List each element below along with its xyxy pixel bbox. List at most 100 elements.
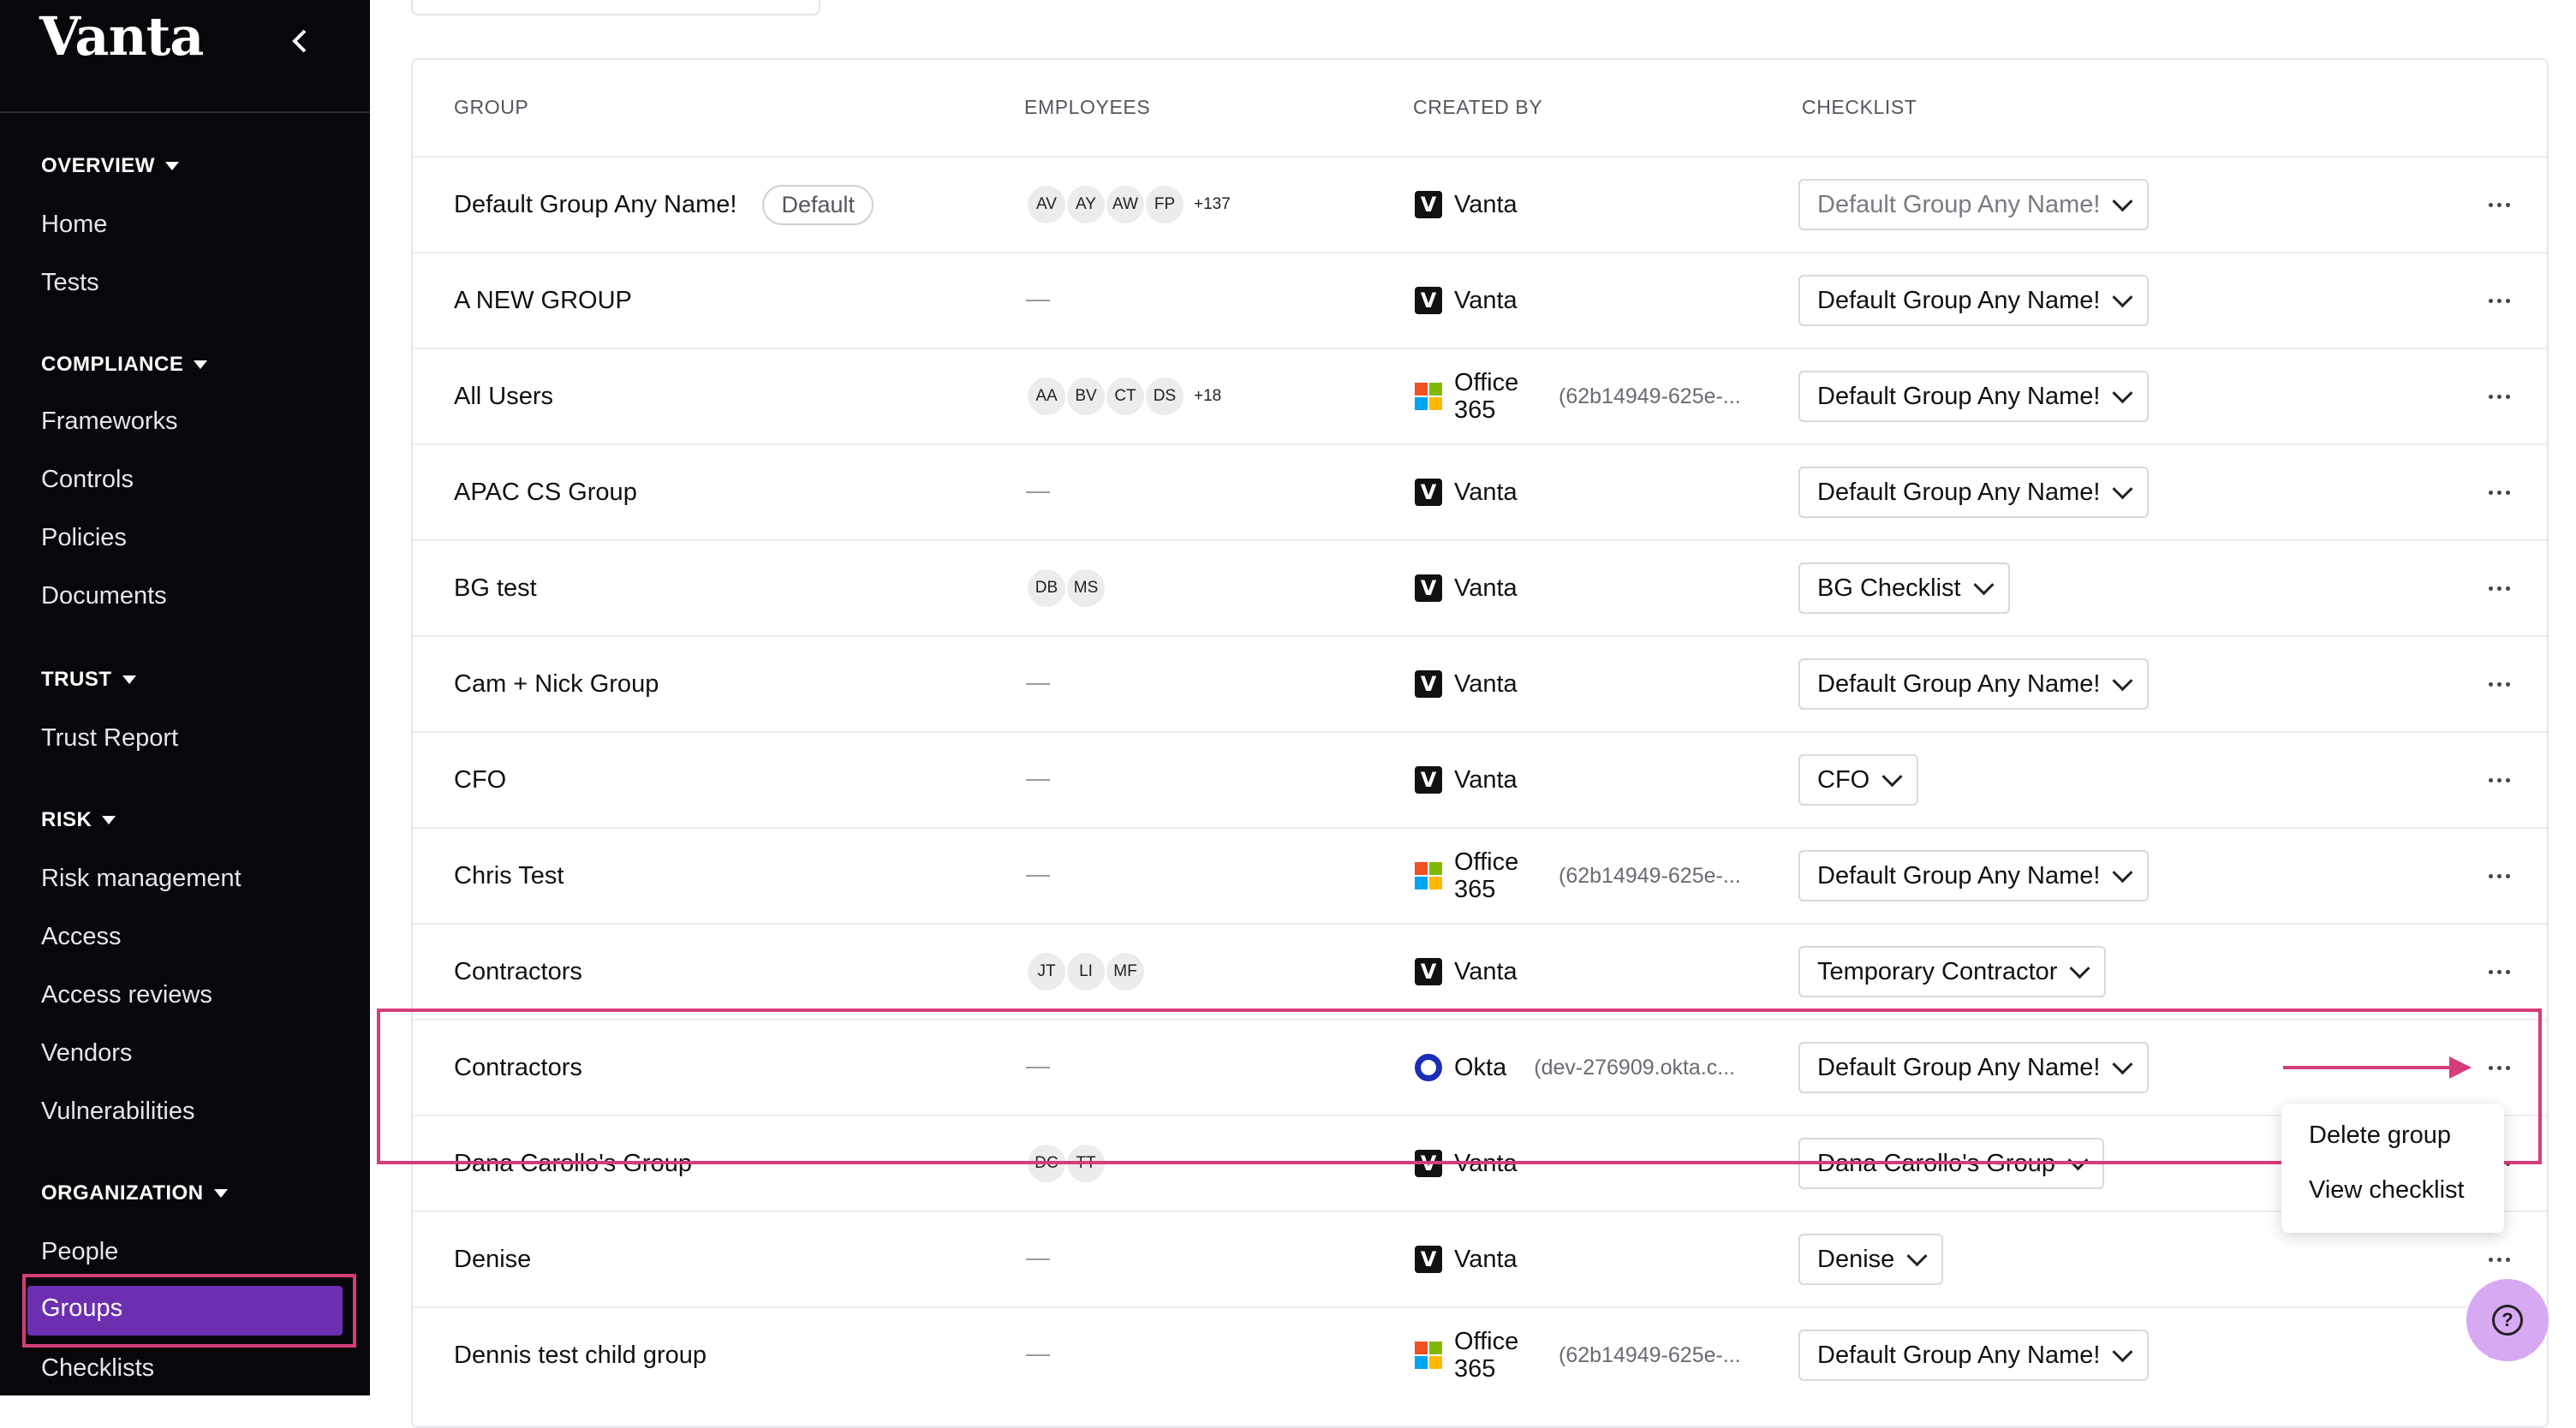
sidebar-item-policies[interactable]: Policies: [41, 524, 127, 552]
sidebar-item-trust-report[interactable]: Trust Report: [41, 724, 178, 753]
group-name[interactable]: Contractors: [454, 958, 582, 986]
sidebar-section-risk[interactable]: RISK: [41, 808, 116, 832]
chevron-left-icon[interactable]: [288, 24, 312, 58]
table-row[interactable]: Default Group Any Name! Default AV AY AW FP +1…: [413, 156, 2547, 252]
table-row[interactable]: Contractors JT LI MF V Vanta Temporary Contrac…: [413, 923, 2547, 1019]
avatar[interactable]: TT: [1065, 1143, 1106, 1184]
group-name[interactable]: Chris Test: [454, 862, 564, 890]
search-box-edge[interactable]: [411, 0, 820, 15]
menu-item-view-checklist[interactable]: View checklist: [2309, 1176, 2465, 1205]
sidebar-item-people[interactable]: People: [41, 1238, 118, 1266]
table-row[interactable]: BG test DB MS V Vanta BG Checklist: [413, 539, 2547, 635]
header-checklist[interactable]: CHECKLIST: [1802, 96, 1917, 119]
checklist-select[interactable]: Dana Carollo's Group: [1798, 1138, 2104, 1189]
checklist-select[interactable]: Default Group Any Name!: [1798, 371, 2150, 422]
sidebar-section-organization[interactable]: ORGANIZATION: [41, 1181, 228, 1205]
group-name[interactable]: Default Group Any Name!: [454, 191, 736, 219]
sidebar-item-vulnerabilities[interactable]: Vulnerabilities: [41, 1098, 194, 1126]
sidebar-item-access-reviews[interactable]: Access reviews: [41, 981, 212, 1009]
header-employees[interactable]: EMPLOYEES: [1024, 96, 1150, 119]
table-row[interactable]: Dennis test child group Office 365 (62b149…: [413, 1306, 2547, 1402]
checklist-select[interactable]: Denise: [1798, 1234, 1944, 1285]
menu-item-delete-group[interactable]: Delete group: [2309, 1122, 2451, 1150]
sidebar-item-tests[interactable]: Tests: [41, 269, 99, 297]
header-group[interactable]: GROUP: [454, 96, 528, 119]
table-row[interactable]: All Users AA BV CT DS +18 Office 365 (62b14949-…: [413, 348, 2547, 443]
avatar[interactable]: AW: [1105, 184, 1146, 225]
avatar[interactable]: MS: [1065, 568, 1106, 609]
avatar[interactable]: FP: [1144, 184, 1185, 225]
more-actions-icon[interactable]: [2473, 829, 2525, 923]
table-row[interactable]: Cam + Nick Group V Vanta Default Group Any …: [413, 635, 2547, 731]
checklist-select[interactable]: Default Group Any Name!: [1798, 467, 2150, 518]
sidebar-section-trust[interactable]: TRUST: [41, 668, 136, 692]
checklist-cell: Temporary Contractor: [1798, 925, 2107, 1019]
sidebar-item-vendors[interactable]: Vendors: [41, 1039, 132, 1068]
more-actions-icon[interactable]: [2473, 445, 2525, 539]
checklist-select[interactable]: Default Group Any Name!: [1798, 1330, 2150, 1381]
table-row[interactable]: A NEW GROUP V Vanta Default Group Any Name!: [413, 252, 2547, 348]
group-name[interactable]: Dennis test child group: [454, 1342, 707, 1370]
sidebar-item-access[interactable]: Access: [41, 923, 121, 951]
group-name[interactable]: Dana Carollo's Group: [454, 1150, 692, 1178]
sidebar-item-home[interactable]: Home: [41, 211, 107, 239]
sidebar-section-overview[interactable]: OVERVIEW: [41, 154, 179, 178]
group-name[interactable]: BG test: [454, 574, 537, 603]
avatar[interactable]: DC: [1026, 1143, 1067, 1184]
checklist-select[interactable]: Default Group Any Name!: [1798, 850, 2150, 901]
more-actions-icon[interactable]: [2473, 637, 2525, 731]
table-row[interactable]: APAC CS Group V Vanta Default Group Any Nam…: [413, 443, 2547, 539]
table-row[interactable]: Chris Test Office 365 (62b14949-625e-... De…: [413, 827, 2547, 923]
group-name[interactable]: All Users: [454, 383, 553, 411]
checklist-select[interactable]: CFO: [1798, 754, 1919, 806]
group-name[interactable]: Denise: [454, 1246, 531, 1274]
header-created-by[interactable]: CREATED BY: [1413, 96, 1542, 119]
creator-name: Vanta: [1454, 669, 1518, 698]
more-actions-icon[interactable]: [2473, 733, 2525, 827]
table-row[interactable]: CFO V Vanta CFO: [413, 731, 2547, 827]
checklist-select[interactable]: BG Checklist: [1798, 562, 2010, 614]
table-row[interactable]: Denise V Vanta Denise: [413, 1211, 2547, 1306]
sidebar-item-checklists[interactable]: Checklists: [41, 1354, 154, 1383]
more-actions-icon[interactable]: [2473, 349, 2525, 443]
group-name[interactable]: APAC CS Group: [454, 479, 637, 507]
avatar[interactable]: BV: [1065, 376, 1106, 417]
checklist-select[interactable]: Default Group Any Name!: [1798, 179, 2150, 230]
avatar[interactable]: AY: [1065, 184, 1106, 225]
group-name[interactable]: Cam + Nick Group: [454, 670, 659, 699]
checklist-select[interactable]: Default Group Any Name!: [1798, 1042, 2150, 1093]
more-actions-icon[interactable]: [2473, 253, 2525, 348]
more-actions-icon[interactable]: [2473, 158, 2525, 252]
checklist-select[interactable]: Default Group Any Name!: [1798, 275, 2150, 326]
group-name[interactable]: CFO: [454, 766, 506, 794]
employees-cell: [1026, 829, 1050, 923]
table-row[interactable]: Contractors Okta (dev-276909.okta.c... Defa…: [413, 1019, 2547, 1115]
sidebar-item-controls[interactable]: Controls: [41, 466, 134, 494]
group-name[interactable]: A NEW GROUP: [454, 287, 632, 315]
avatar[interactable]: AA: [1026, 376, 1067, 417]
checklist-select[interactable]: Default Group Any Name!: [1798, 658, 2150, 710]
more-actions-icon[interactable]: [2473, 541, 2525, 635]
group-name[interactable]: Contractors: [454, 1054, 582, 1082]
avatar[interactable]: CT: [1105, 376, 1146, 417]
avatar[interactable]: LI: [1065, 951, 1106, 992]
checklist-select[interactable]: Temporary Contractor: [1798, 946, 2107, 997]
checklist-select-value: Default Group Any Name!: [1817, 478, 2101, 506]
sidebar-item-documents[interactable]: Documents: [41, 582, 167, 610]
default-badge: Default: [762, 184, 874, 225]
avatar[interactable]: JT: [1026, 951, 1067, 992]
more-actions-icon[interactable]: [2473, 1020, 2525, 1115]
avatar[interactable]: DS: [1144, 376, 1185, 417]
sidebar-item-frameworks[interactable]: Frameworks: [41, 408, 178, 436]
help-button[interactable]: ?: [2466, 1279, 2549, 1361]
table-row[interactable]: Dana Carollo's Group DC TT V Vanta Dana Carol…: [413, 1115, 2547, 1211]
sidebar-section-compliance[interactable]: COMPLIANCE: [41, 353, 208, 377]
creator-name: Vanta: [1454, 957, 1518, 985]
avatar[interactable]: MF: [1105, 951, 1146, 992]
avatar[interactable]: AV: [1026, 184, 1067, 225]
more-actions-icon[interactable]: [2473, 925, 2525, 1019]
avatar[interactable]: DB: [1026, 568, 1067, 609]
sidebar-item-risk-management[interactable]: Risk management: [41, 865, 242, 893]
vanta-logo[interactable]: Vanta: [39, 5, 204, 68]
creator-name: Vanta: [1454, 574, 1518, 602]
